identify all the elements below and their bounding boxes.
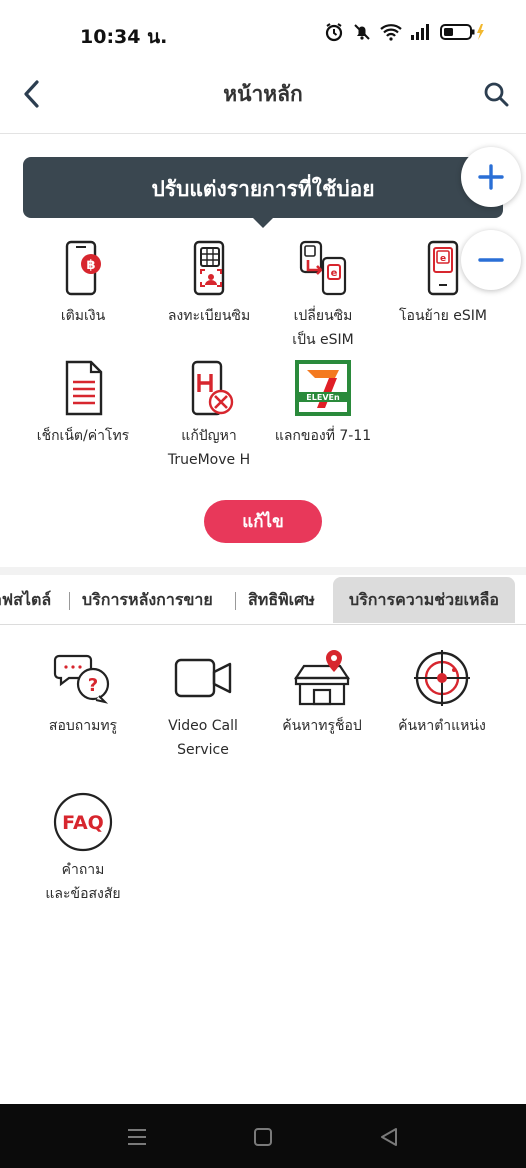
favorite-label: แลกของที่ 7-11 [274, 428, 372, 444]
tooltip-text: ปรับแต่งรายการที่ใช้บ่อย [151, 177, 375, 201]
system-back-button[interactable] [374, 1122, 404, 1152]
square-home-icon [254, 1128, 272, 1146]
tab-lifestyle[interactable]: ลฟสไตล์ [0, 577, 51, 623]
tab-separator [69, 592, 70, 610]
support-label: ค้นหาทรูช็อป [282, 718, 362, 734]
tab-after-sales[interactable]: บริการหลังการขาย [82, 577, 213, 623]
support-item-ask-true[interactable]: ? สอบถามทรู [21, 646, 145, 738]
favorite-item-sim-register[interactable]: ลงทะเบียนซิม [144, 236, 274, 328]
status-time: 10:34 น. [80, 26, 168, 48]
support-label: Video Call Service [168, 718, 238, 758]
esim-transfer-icon: e [411, 236, 475, 300]
page-title: หน้าหลัก [223, 82, 303, 106]
phone-repair-icon [177, 356, 241, 420]
shop-location-icon [290, 646, 354, 710]
support-item-find-location[interactable]: ค้นหาตำแหน่ง [380, 646, 504, 738]
target-locate-icon [410, 646, 474, 710]
support-label: ค้นหาตำแหน่ง [398, 718, 486, 734]
signal-icon [411, 24, 429, 40]
favorite-item-sim-to-esim[interactable]: e เปลี่ยนซิม เป็น eSIM [258, 236, 388, 352]
favorite-item-topup[interactable]: ฿ เติมเงิน [18, 236, 148, 328]
triangle-back-icon [381, 1128, 397, 1146]
favorite-label: เติมเงิน [60, 308, 106, 324]
mute-bell-icon [354, 24, 370, 40]
sim-to-esim-icon: e [291, 236, 355, 300]
chat-question-icon: ? [51, 646, 115, 710]
topup-phone-icon: ฿ [51, 236, 115, 300]
support-item-faq[interactable]: FAQ คำถาม และข้อสงสัย [21, 790, 145, 906]
add-favorite-button[interactable] [461, 147, 521, 207]
home-button[interactable] [248, 1122, 278, 1152]
status-bar: 10:34 น. [0, 0, 526, 70]
status-icons [324, 22, 486, 42]
svg-text:FAQ: FAQ [62, 812, 104, 834]
support-label: สอบถามทรู [48, 718, 118, 734]
category-tabs: ลฟสไตล์ บริการหลังการขาย สิทธิพิเศษ บริก… [0, 577, 526, 625]
support-item-find-shop[interactable]: ค้นหาทรูช็อป [260, 646, 384, 738]
favorite-label: เปลี่ยนซิม เป็น eSIM [292, 308, 354, 348]
support-label: คำถาม และข้อสงสัย [45, 862, 121, 902]
section-divider [0, 567, 526, 575]
support-item-video-call[interactable]: Video Call Service [141, 646, 265, 762]
tooltip-arrow [252, 217, 274, 228]
recent-apps-button[interactable] [122, 1122, 152, 1152]
favorite-item-seven-eleven[interactable]: ELEVEn แลกของที่ 7-11 [258, 356, 388, 448]
search-icon [484, 82, 509, 107]
svg-text:฿: ฿ [86, 258, 95, 273]
alarm-icon [325, 23, 343, 42]
favorite-item-esim-transfer[interactable]: e โอนย้าย eSIM [378, 236, 508, 328]
sim-register-icon [177, 236, 241, 300]
plus-icon [478, 164, 504, 190]
favorite-label: เช็กเน็ต/ค่าโทร [36, 428, 130, 444]
favorite-label: แก้ปัญหา TrueMove H [167, 428, 251, 468]
tab-separator [235, 592, 236, 610]
customize-tooltip: ปรับแต่งรายการที่ใช้บ่อย [23, 157, 503, 218]
favorite-item-check-usage[interactable]: เช็กเน็ต/ค่าโทร [18, 356, 148, 448]
svg-text:ELEVEn: ELEVEn [306, 393, 340, 402]
document-icon [51, 356, 115, 420]
svg-text:e: e [331, 268, 338, 279]
battery-icon [440, 24, 484, 40]
favorite-label: ลงทะเบียนซิม [167, 308, 251, 324]
edit-favorites-button[interactable]: แก้ไข [204, 500, 322, 543]
tab-help-services[interactable]: บริการความช่วยเหลือ [333, 577, 515, 623]
wifi-icon [380, 24, 402, 41]
favorite-item-troubleshoot[interactable]: แก้ปัญหา TrueMove H [144, 356, 274, 472]
system-nav-bar [0, 1104, 526, 1168]
faq-icon: FAQ [51, 790, 115, 854]
svg-text:?: ? [88, 675, 98, 696]
favorite-label: โอนย้าย eSIM [399, 308, 487, 324]
tab-privileges[interactable]: สิทธิพิเศษ [248, 577, 315, 623]
seven-eleven-logo: ELEVEn [291, 356, 355, 420]
video-camera-icon [171, 646, 235, 710]
app-header: หน้าหลัก [0, 70, 526, 134]
search-button[interactable] [478, 76, 514, 112]
svg-text:e: e [440, 254, 446, 264]
menu-lines-icon [128, 1129, 146, 1145]
